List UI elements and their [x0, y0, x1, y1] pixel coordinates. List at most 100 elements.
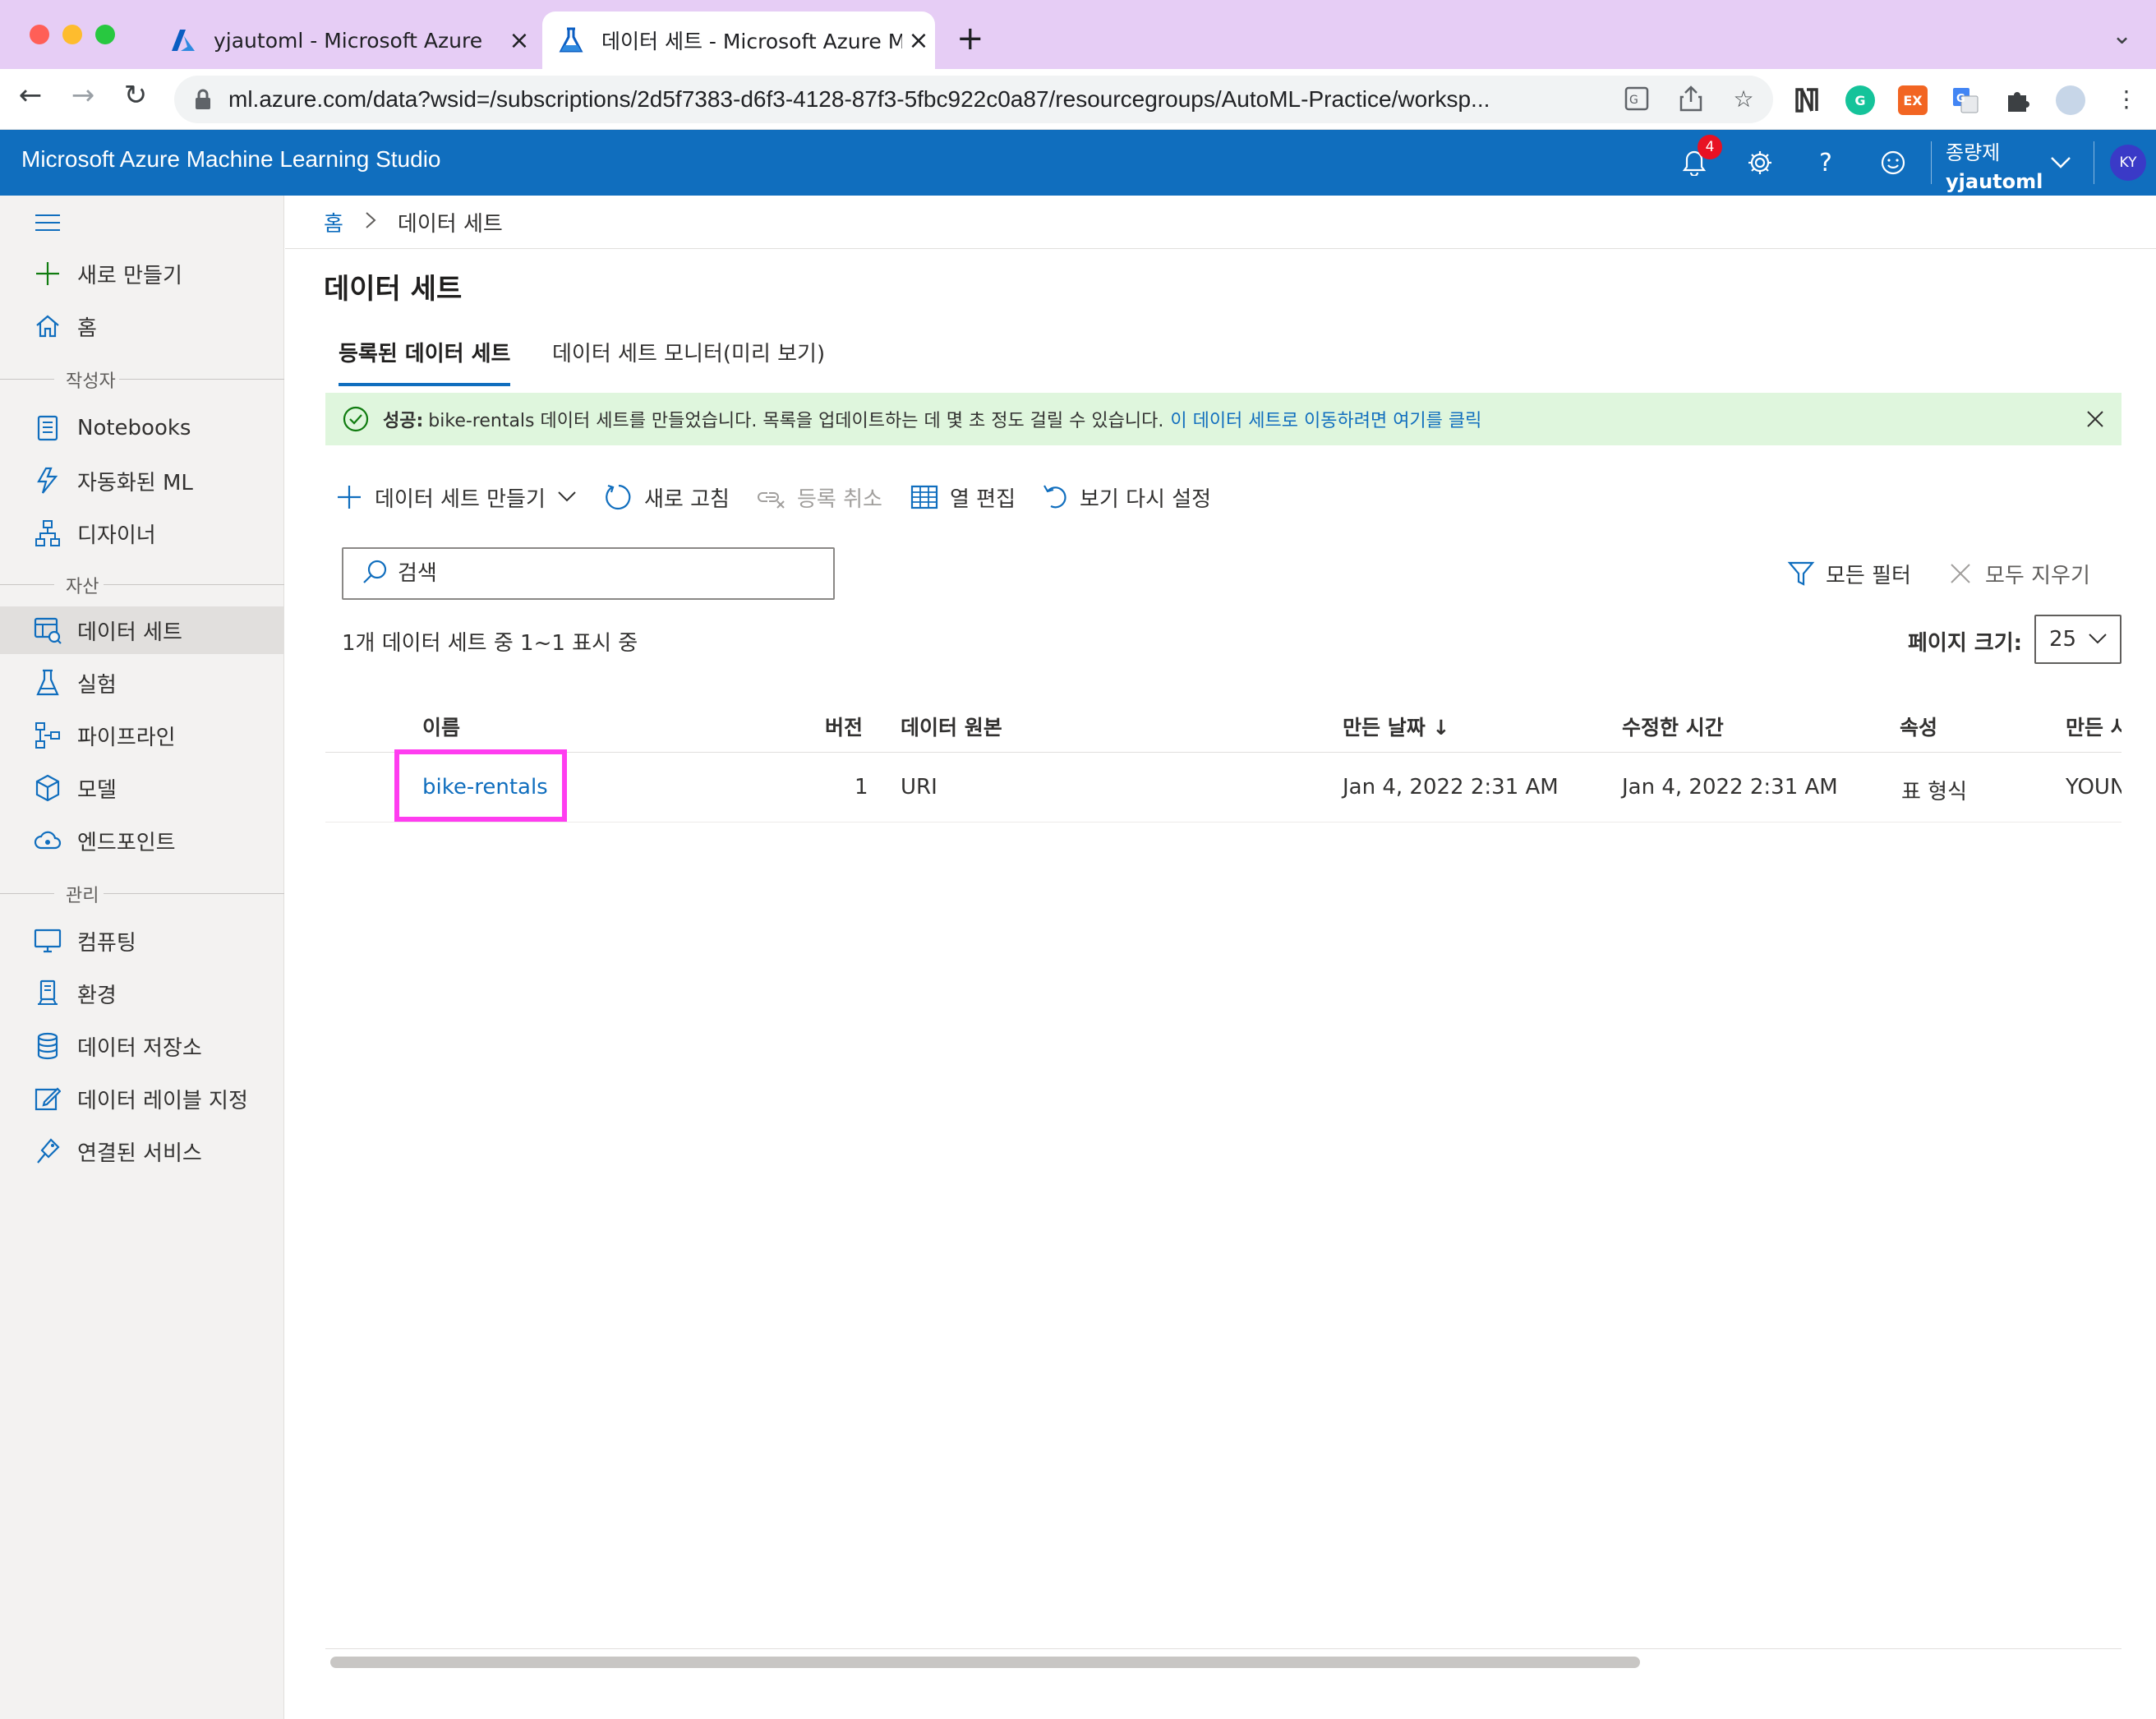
grammarly-icon[interactable]: G: [1845, 85, 1875, 115]
clear-all-filters-button[interactable]: 모두 지우기: [1944, 555, 2090, 592]
settings-gear-icon[interactable]: [1742, 145, 1778, 181]
search-box[interactable]: [342, 547, 835, 600]
go-to-dataset-link[interactable]: 이 데이터 세트로 이동하려면 여기를 클릭: [1170, 406, 1481, 432]
account-switcher[interactable]: 종량제 yjautoml: [1946, 136, 2043, 193]
address-bar[interactable]: ml.azure.com/data?wsid=/subscriptions/2d…: [174, 76, 1773, 123]
google-translate-icon[interactable]: G: [1951, 85, 1980, 115]
chevron-down-icon[interactable]: ⌄: [2112, 21, 2132, 50]
sidebar-item-experiments[interactable]: 실험: [0, 659, 284, 707]
breadcrumb-current: 데이터 세트: [397, 212, 503, 237]
create-dataset-label: 데이터 세트 만들기: [375, 486, 546, 512]
compute-monitor-icon: [31, 924, 64, 957]
page-size-dropdown[interactable]: 25: [2034, 615, 2121, 664]
dataset-created-by: YOUN: [2066, 775, 2121, 800]
chevron-down-icon: [557, 485, 577, 509]
close-icon[interactable]: [2082, 406, 2108, 432]
column-header-version[interactable]: 버전: [825, 712, 863, 741]
feedback-smiley-icon[interactable]: [1875, 145, 1911, 181]
puzzle-icon[interactable]: [2003, 85, 2033, 115]
all-filters-button[interactable]: 모든 필터: [1785, 555, 1911, 592]
create-dataset-button[interactable]: 데이터 세트 만들기: [334, 477, 577, 518]
edit-columns-button[interactable]: 열 편집: [909, 477, 1016, 518]
column-header-name[interactable]: 이름: [422, 712, 460, 741]
more-menu-icon[interactable]: ⋮: [2112, 84, 2141, 113]
sidebar-item-datasets[interactable]: 데이터 세트: [0, 606, 284, 654]
ex-extension-icon[interactable]: EX: [1898, 85, 1928, 115]
breadcrumb-home-link[interactable]: 홈: [324, 207, 343, 237]
bookmark-star-icon[interactable]: ☆: [1729, 84, 1758, 113]
translate-page-icon[interactable]: G: [1622, 84, 1652, 113]
browser-toolbar: ← → ↻ ml.azure.com/data?wsid=/subscripti…: [0, 69, 2156, 130]
new-tab-icon[interactable]: +: [956, 20, 984, 58]
sidebar-item-endpoints[interactable]: 엔드포인트: [0, 817, 284, 864]
result-count: 1개 데이터 세트 중 1~1 표시 중: [342, 631, 638, 656]
sidebar-item-datastores[interactable]: 데이터 저장소: [0, 1022, 284, 1070]
search-input[interactable]: [398, 561, 808, 586]
sidebar-item-environments[interactable]: 환경: [0, 970, 284, 1017]
chevron-right-icon: [365, 210, 376, 235]
sidebar-item-designer[interactable]: 디자이너: [0, 509, 284, 557]
profile-avatar-icon[interactable]: [2056, 85, 2085, 115]
column-header-created-on[interactable]: 만든 날짜 ↓: [1343, 712, 1449, 741]
minimize-window-button[interactable]: [62, 25, 82, 44]
back-arrow-icon[interactable]: ←: [10, 79, 51, 112]
left-navigation: 새로 만들기 홈 작성자 Notebooks 자동화된 ML 디자이너 자산 데…: [0, 196, 284, 1719]
sidebar-section-author: 작성자: [0, 366, 284, 393]
sidebar-item-compute[interactable]: 컴퓨팅: [0, 917, 284, 965]
hamburger-icon: [31, 206, 64, 239]
breadcrumb: 홈 데이터 세트: [324, 207, 503, 237]
column-header-data-source[interactable]: 데이터 원본: [901, 712, 1002, 741]
sidebar-item-home[interactable]: 홈: [0, 302, 284, 350]
home-icon: [31, 310, 64, 343]
dataset-icon: [31, 614, 64, 647]
lock-icon: [194, 89, 212, 110]
tab-dataset-monitors[interactable]: 데이터 세트 모니터(미리 보기): [552, 337, 825, 367]
browser-tab-azure-portal[interactable]: yjautoml - Microsoft Azure ×: [154, 12, 536, 69]
sidebar-item-models[interactable]: 모델: [0, 764, 284, 812]
reset-view-button[interactable]: 보기 다시 설정: [1039, 477, 1211, 518]
sidebar-section-assets: 자산: [0, 572, 284, 598]
close-tab-icon[interactable]: ×: [902, 26, 935, 55]
sidebar-item-label: 데이터 레이블 지정: [77, 1088, 248, 1113]
dataset-table-header: 이름 버전 데이터 원본 만든 날짜 ↓ 수정한 시간 속성 만든 사: [325, 695, 2121, 753]
browser-tab-datasets[interactable]: 데이터 세트 - Microsoft Azure Ma ×: [542, 12, 935, 69]
filter-funnel-icon: [1785, 557, 1817, 590]
plus-icon: [334, 482, 365, 513]
studio-brand[interactable]: Microsoft Azure Machine Learning Studio: [21, 146, 441, 173]
account-chevron-down-icon[interactable]: [2043, 145, 2079, 181]
reload-icon[interactable]: ↻: [115, 79, 156, 112]
column-header-modified-on[interactable]: 수정한 시간: [1622, 712, 1724, 741]
environment-icon: [31, 977, 64, 1010]
dataset-properties: 표 형식: [1901, 780, 1968, 804]
close-window-button[interactable]: [30, 25, 49, 44]
unregister-button[interactable]: 등록 취소: [756, 477, 882, 518]
tab-registered-datasets[interactable]: 등록된 데이터 세트: [339, 337, 511, 386]
page-size-label: 페이지 크기:: [1908, 631, 2023, 656]
sidebar-item-automl[interactable]: 자동화된 ML: [0, 457, 284, 505]
column-header-properties[interactable]: 속성: [1900, 712, 1937, 741]
forward-arrow-icon[interactable]: →: [62, 79, 104, 112]
share-icon[interactable]: [1676, 84, 1706, 113]
automl-lightning-icon: [31, 464, 64, 497]
page-title: 데이터 세트: [324, 273, 463, 306]
sidebar-item-new[interactable]: 새로 만들기: [0, 250, 284, 297]
hamburger-menu-button[interactable]: [0, 199, 284, 247]
directory-name: 종량제: [1946, 141, 2001, 164]
sidebar-item-linked-services[interactable]: 연결된 서비스: [0, 1127, 284, 1175]
notion-icon[interactable]: [1793, 85, 1822, 115]
refresh-button[interactable]: 새로 고침: [603, 477, 730, 518]
sidebar-item-notebooks[interactable]: Notebooks: [0, 404, 284, 452]
table-row[interactable]: bike-rentals 1 URI Jan 4, 2022 2:31 AM J…: [325, 754, 2121, 823]
sidebar-item-pipelines[interactable]: 파이프라인: [0, 712, 284, 759]
horizontal-scrollbar-thumb[interactable]: [330, 1657, 1640, 1668]
maximize-window-button[interactable]: [95, 25, 115, 44]
sidebar-item-label: 홈: [77, 316, 97, 341]
help-question-icon[interactable]: ?: [1808, 145, 1844, 181]
sidebar-item-label: 환경: [77, 983, 117, 1008]
user-avatar[interactable]: KY: [2110, 145, 2146, 181]
close-tab-icon[interactable]: ×: [503, 26, 536, 55]
notification-count-badge: 4: [1698, 135, 1722, 159]
sidebar-item-data-labeling[interactable]: 데이터 레이블 지정: [0, 1075, 284, 1122]
column-header-created-by[interactable]: 만든 사: [2066, 712, 2121, 741]
clear-all-label: 모두 지우기: [1985, 563, 2090, 588]
